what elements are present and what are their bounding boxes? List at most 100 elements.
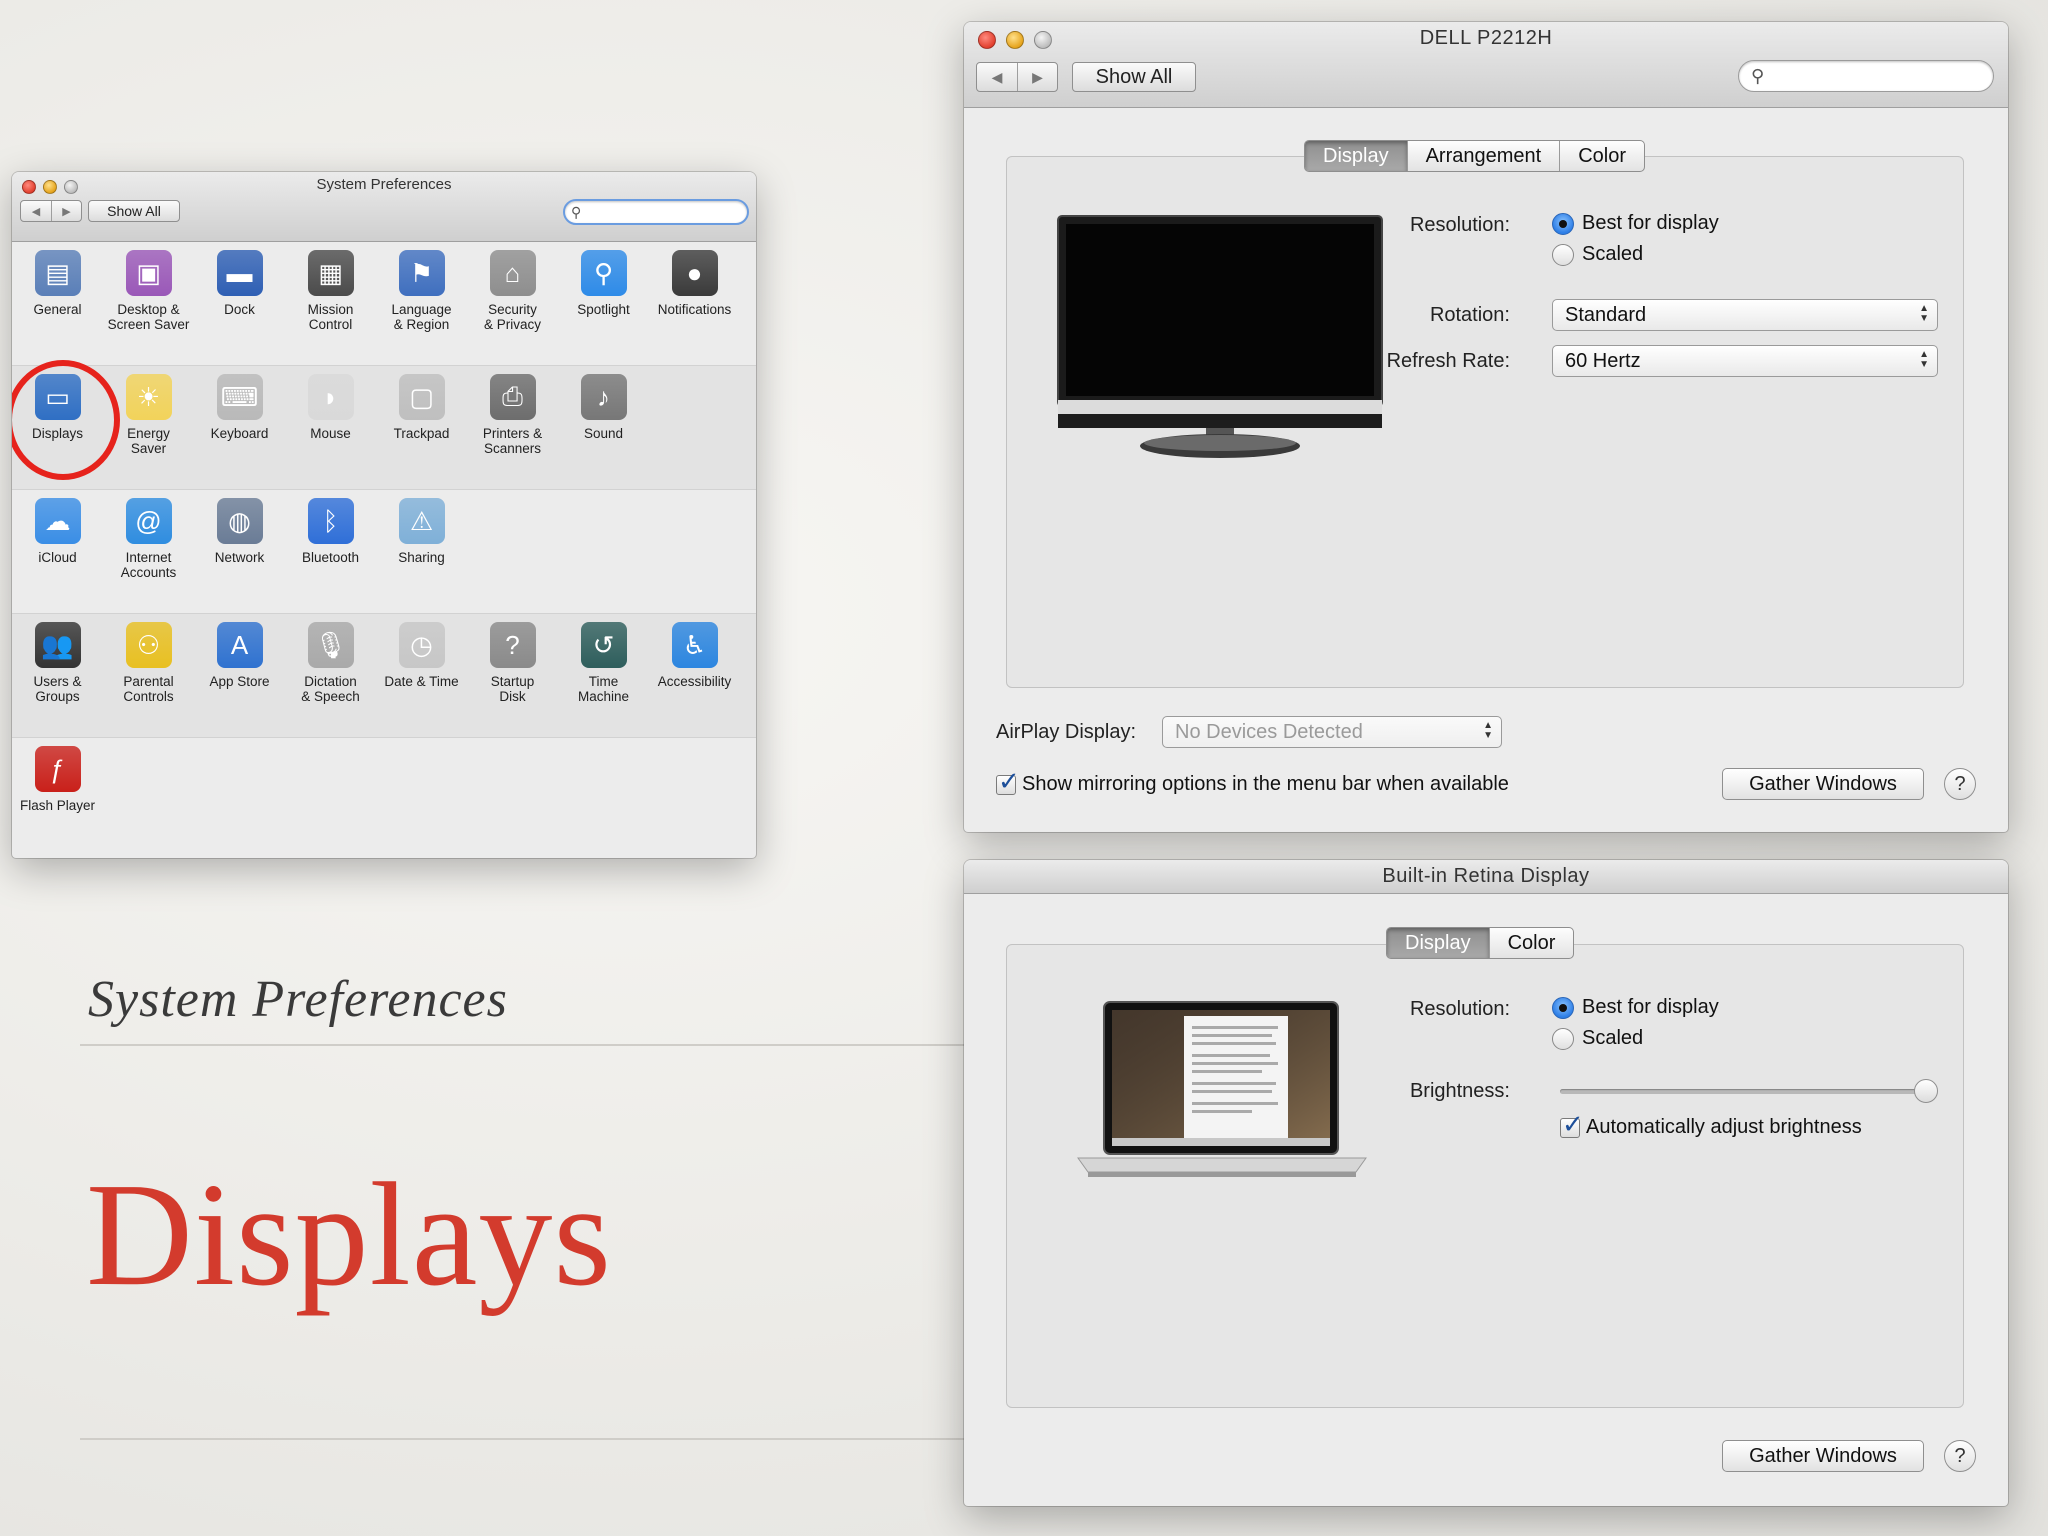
gather-windows-button[interactable]: Gather Windows: [1722, 1440, 1924, 1472]
pref-label: Printers & Scanners: [482, 426, 543, 456]
pref-pane-date-time[interactable]: ◷ Date & Time: [376, 614, 467, 737]
pref-label: App Store: [209, 674, 270, 689]
pref-pane-general[interactable]: ▤ General: [12, 242, 103, 365]
pref-label: Time Machine: [577, 674, 630, 704]
mirroring-checkbox[interactable]: ✓ Show mirroring options in the menu bar…: [996, 766, 1509, 796]
pref-pane-app-store[interactable]: A App Store: [194, 614, 285, 737]
back-button[interactable]: ◀: [21, 201, 51, 221]
pref-pane-internet-accounts[interactable]: @ Internet Accounts: [103, 490, 194, 613]
pref-pane-printers-scanners[interactable]: ⎙ Printers & Scanners: [467, 366, 558, 489]
show-all-button[interactable]: Show All: [1072, 62, 1196, 92]
pref-pane-security-privacy[interactable]: ⌂ Security & Privacy: [467, 242, 558, 365]
pref-pane-dock[interactable]: ▬ Dock: [194, 242, 285, 365]
back-button[interactable]: ◀: [977, 63, 1017, 91]
pref-label: Dictation & Speech: [301, 674, 360, 704]
parental-controls-icon: ⚇: [125, 622, 172, 668]
pref-pane-notifications[interactable]: ● Notifications: [649, 242, 740, 365]
pref-label: Mouse: [310, 426, 351, 441]
radio-selected-indicator: [1552, 212, 1574, 235]
pref-pane-time-machine[interactable]: ↺ Time Machine: [558, 614, 649, 737]
pref-label: Notifications: [657, 302, 732, 317]
pref-pane-trackpad[interactable]: ▢ Trackpad: [376, 366, 467, 489]
window-title: System Preferences: [316, 176, 452, 193]
tab-display[interactable]: Display: [1387, 928, 1489, 958]
brightness-slider-track[interactable]: [1560, 1079, 1938, 1103]
pref-label: Bluetooth: [301, 550, 360, 565]
pref-pane-accessibility[interactable]: ♿ Accessibility: [649, 614, 740, 737]
resolution-scaled-radio[interactable]: Scaled: [1552, 1027, 1643, 1050]
pref-pane-dictation-speech[interactable]: 🎙 Dictation & Speech: [285, 614, 376, 737]
resolution-best-radio[interactable]: Best for display: [1552, 996, 1719, 1019]
pref-pane-flash-player[interactable]: ƒ Flash Player: [12, 738, 103, 858]
pref-pane-icloud[interactable]: ☁ iCloud: [12, 490, 103, 613]
checkbox-box: ✓: [996, 766, 1020, 796]
pref-label: Sharing: [398, 550, 445, 565]
show-all-button[interactable]: Show All: [88, 200, 180, 222]
pref-label: Sound: [583, 426, 624, 441]
forward-button[interactable]: ▶: [51, 201, 81, 221]
pref-pane-language-region[interactable]: ⚑ Language & Region: [376, 242, 467, 365]
pref-pane-keyboard[interactable]: ⌨ Keyboard: [194, 366, 285, 489]
pref-label: Spotlight: [577, 302, 630, 317]
pref-label: Desktop & Screen Saver: [107, 302, 190, 332]
pref-pane-spotlight[interactable]: ⚲ Spotlight: [558, 242, 649, 365]
resolution-label: Resolution:: [1409, 998, 1510, 1020]
keyboard-icon: ⌨: [216, 374, 263, 420]
resolution-scaled-radio[interactable]: Scaled: [1552, 243, 1643, 266]
preference-row: 👥 Users & Groups ⚇ Parental Controls A App St…: [12, 614, 756, 738]
app-store-icon: A: [216, 622, 263, 668]
tab-arrangement[interactable]: Arrangement: [1406, 141, 1560, 171]
tab-color[interactable]: Color: [1559, 141, 1644, 171]
auto-brightness-checkbox[interactable]: ✓ Automatically adjust brightness: [1560, 1109, 1862, 1139]
pref-pane-bluetooth[interactable]: ᛒ Bluetooth: [285, 490, 376, 613]
pref-label: Internet Accounts: [120, 550, 177, 580]
pref-label: Users & Groups: [33, 674, 82, 704]
rotation-value: Standard: [1565, 303, 1647, 326]
pref-pane-parental-controls[interactable]: ⚇ Parental Controls: [103, 614, 194, 737]
pref-pane-mission-control[interactable]: ▦ Mission Control: [285, 242, 376, 365]
pref-pane-network[interactable]: ◍ Network: [194, 490, 285, 613]
slide-divider-bottom: [80, 1438, 980, 1440]
help-icon: ?: [1954, 1444, 1966, 1467]
pref-label: Accessibility: [657, 674, 732, 689]
pref-pane-startup-disk[interactable]: ? Startup Disk: [467, 614, 558, 737]
search-input[interactable]: ⚲: [1738, 60, 1994, 92]
search-input[interactable]: ⚲: [563, 199, 749, 225]
radio-selected-indicator: [1552, 996, 1574, 1019]
help-button[interactable]: ?: [1944, 1440, 1976, 1472]
language-region-icon: ⚑: [398, 250, 445, 296]
dell-titlebar: DELL P2212H ◀ ▶ Show All ⚲: [964, 22, 2008, 108]
gather-windows-button[interactable]: Gather Windows: [1722, 768, 1924, 800]
pref-pane-sound[interactable]: ♪ Sound: [558, 366, 649, 489]
mouse-icon: ◗: [307, 374, 354, 420]
pref-pane-users-groups[interactable]: 👥 Users & Groups: [12, 614, 103, 737]
forward-button[interactable]: ▶: [1017, 63, 1057, 91]
resolution-best-radio[interactable]: Best for display: [1552, 212, 1719, 235]
system-preferences-window: System Preferences ◀ ▶ Show All ⚲ ▤ Gener…: [12, 172, 756, 858]
updown-arrows-icon: ▲ ▼: [1919, 303, 1929, 324]
airplay-select[interactable]: No Devices Detected ▲ ▼: [1162, 716, 1502, 748]
slide-subtitle: System Preferences: [88, 971, 508, 1028]
tab-color[interactable]: Color: [1488, 928, 1574, 958]
radio-label: Scaled: [1582, 1027, 1644, 1049]
pref-label: General: [33, 302, 82, 317]
mission-control-icon: ▦: [307, 250, 354, 296]
brightness-slider-thumb[interactable]: [1914, 1079, 1938, 1103]
pref-pane-mouse[interactable]: ◗ Mouse: [285, 366, 376, 489]
pref-label: Language & Region: [391, 302, 452, 332]
sharing-icon: ⚠: [398, 498, 445, 544]
bluetooth-icon: ᛒ: [307, 498, 354, 544]
pref-label: Parental Controls: [123, 674, 174, 704]
desktop-screensaver-icon: ▣: [125, 250, 172, 296]
help-button[interactable]: ?: [1944, 768, 1976, 800]
pref-pane-sharing[interactable]: ⚠ Sharing: [376, 490, 467, 613]
refresh-rate-select[interactable]: 60 Hertz ▲ ▼: [1552, 345, 1938, 377]
general-icon: ▤: [34, 250, 81, 296]
pref-pane-desktop-screensaver[interactable]: ▣ Desktop & Screen Saver: [103, 242, 194, 365]
airplay-value: No Devices Detected: [1175, 720, 1363, 743]
tab-display[interactable]: Display: [1305, 141, 1407, 171]
pref-label: Network: [214, 550, 265, 565]
chevron-right-icon: ▶: [62, 205, 71, 218]
rotation-select[interactable]: Standard ▲ ▼: [1552, 299, 1938, 331]
updown-arrows-icon: ▲ ▼: [1919, 349, 1929, 370]
